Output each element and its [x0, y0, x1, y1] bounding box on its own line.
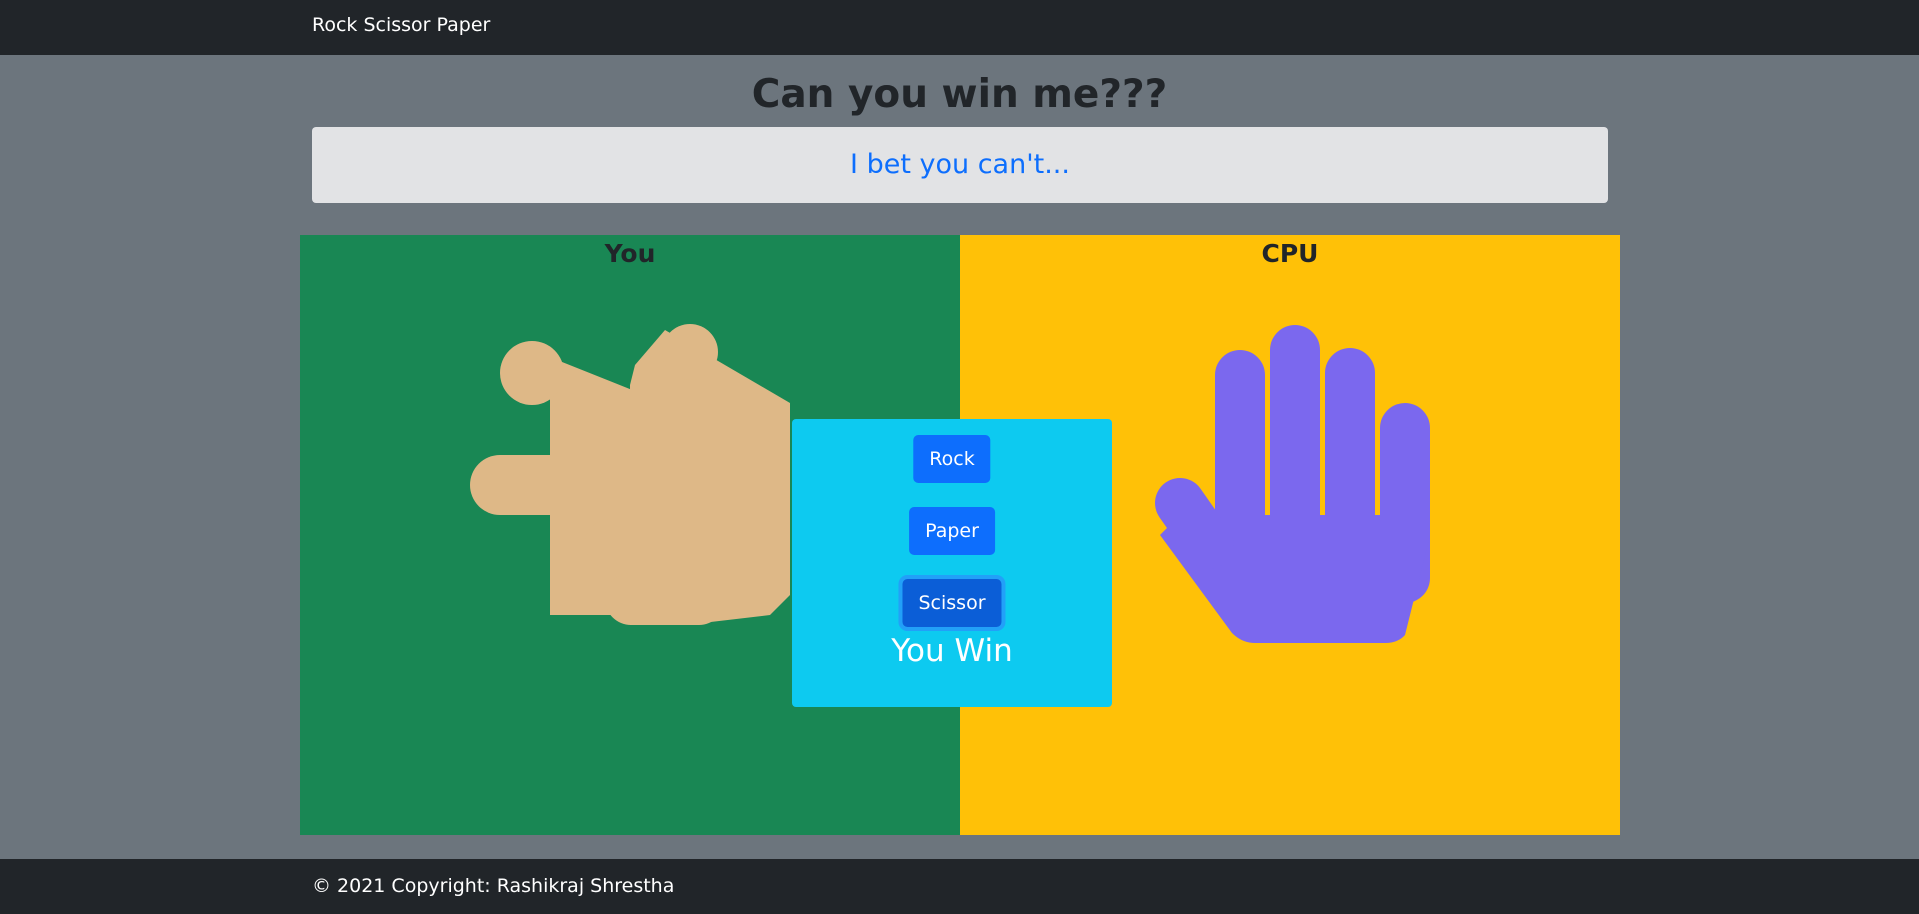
copyright-text: © 2021 Copyright: Rashikraj Shrestha [312, 875, 675, 897]
navbar: Rock Scissor Paper [0, 0, 1919, 55]
tagline-box: I bet you can't... [312, 127, 1608, 203]
navbar-brand-link[interactable]: Rock Scissor Paper [312, 14, 490, 36]
paper-button[interactable]: Paper [909, 507, 995, 555]
result-text: You Win [891, 633, 1013, 669]
scissor-button[interactable]: Scissor [902, 579, 1002, 627]
page-title: Can you win me??? [751, 72, 1168, 117]
tagline-text: I bet you can't... [850, 149, 1070, 180]
rock-button[interactable]: Rock [913, 435, 991, 483]
footer: © 2021 Copyright: Rashikraj Shrestha [0, 859, 1919, 914]
controls-box: Rock Paper Scissor You Win [792, 419, 1112, 707]
